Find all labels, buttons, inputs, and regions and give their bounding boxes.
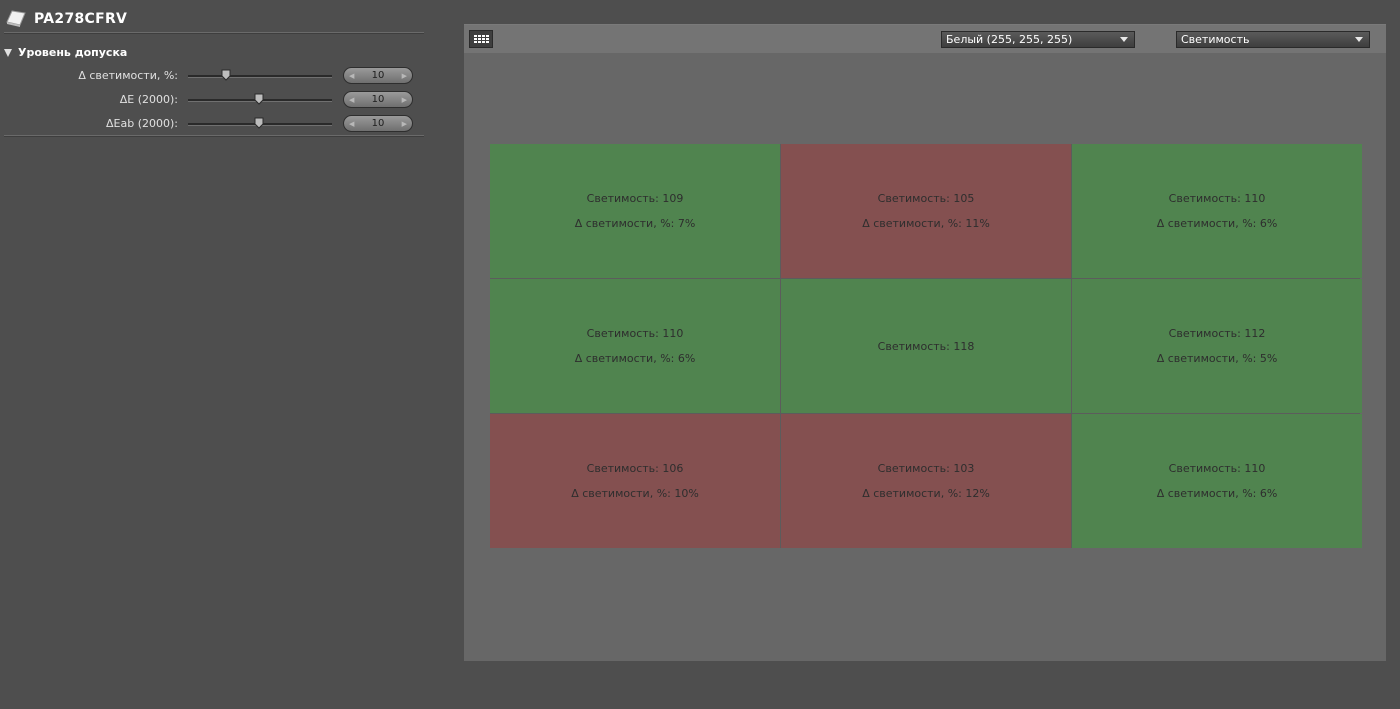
decrement-arrow-icon[interactable]: ◀ xyxy=(349,72,354,80)
decrement-arrow-icon[interactable]: ◀ xyxy=(349,96,354,104)
cell-luminance: Светимость: 105 xyxy=(877,192,975,205)
grid-cell: Светимость: 110 Δ светимости, %: 6% xyxy=(1072,144,1362,278)
left-panel: PA278CFRV Уровень допуска Δ светимости, … xyxy=(0,0,430,709)
deab2000-stepper[interactable]: ◀ 10 ▶ xyxy=(343,115,413,132)
cell-delta: Δ светимости, %: 12% xyxy=(862,487,990,500)
metric-select-value: Светимость xyxy=(1181,33,1250,46)
row-label: ΔEab (2000): xyxy=(106,117,178,130)
decrement-arrow-icon[interactable]: ◀ xyxy=(349,120,354,128)
de2000-slider[interactable] xyxy=(188,93,332,105)
cell-luminance: Светимость: 110 xyxy=(1168,192,1266,205)
grid-cell: Светимость: 118 xyxy=(781,279,1071,413)
stepper-value: 10 xyxy=(371,70,385,81)
device-title: PA278CFRV xyxy=(34,11,128,27)
increment-arrow-icon[interactable]: ▶ xyxy=(402,120,407,128)
cell-luminance: Светимость: 110 xyxy=(586,327,684,340)
color-select[interactable]: Белый (255, 255, 255) xyxy=(941,31,1135,48)
cell-luminance: Светимость: 112 xyxy=(1168,327,1266,340)
cell-delta: Δ светимости, %: 5% xyxy=(1156,352,1278,365)
cell-luminance: Светимость: 110 xyxy=(1168,462,1266,475)
grid-cell: Светимость: 110 Δ светимости, %: 6% xyxy=(1072,414,1362,548)
cell-delta: Δ светимости, %: 6% xyxy=(1156,487,1278,500)
tolerance-row-deab2000: ΔEab (2000): ◀ 10 ▶ xyxy=(0,115,420,133)
divider xyxy=(4,32,424,34)
cell-delta: Δ светимости, %: 6% xyxy=(574,352,696,365)
grid-layout-icon xyxy=(473,35,489,43)
section-title: Уровень допуска xyxy=(18,46,128,59)
row-label: ΔE (2000): xyxy=(119,93,178,106)
grid-cell: Светимость: 110 Δ светимости, %: 6% xyxy=(490,279,780,413)
device-header: PA278CFRV xyxy=(6,10,127,28)
color-select-value: Белый (255, 255, 255) xyxy=(946,33,1073,46)
cell-delta: Δ светимости, %: 6% xyxy=(1156,217,1278,230)
metric-select[interactable]: Светимость xyxy=(1176,31,1370,48)
uniformity-panel: Белый (255, 255, 255) Светимость Светимо… xyxy=(464,24,1386,661)
cell-delta: Δ светимости, %: 7% xyxy=(574,217,696,230)
tolerance-row-luminance: Δ светимости, %: ◀ 10 ▶ xyxy=(0,67,420,85)
increment-arrow-icon[interactable]: ▶ xyxy=(402,96,407,104)
tolerance-section-toggle[interactable]: Уровень допуска xyxy=(4,46,127,59)
chevron-down-icon xyxy=(1120,37,1128,42)
slider-thumb[interactable] xyxy=(254,117,264,129)
cell-delta: Δ светимости, %: 11% xyxy=(862,217,990,230)
toolbar: Белый (255, 255, 255) Светимость xyxy=(464,25,1386,53)
tolerance-row-de2000: ΔE (2000): ◀ 10 ▶ xyxy=(0,91,420,109)
grid-layout-button[interactable] xyxy=(469,30,493,48)
cell-delta: Δ светимости, %: 10% xyxy=(571,487,699,500)
cell-luminance: Светимость: 109 xyxy=(586,192,684,205)
uniformity-grid: Светимость: 109 Δ светимости, %: 7% Свет… xyxy=(490,144,1362,548)
row-label: Δ светимости, %: xyxy=(78,69,178,82)
increment-arrow-icon[interactable]: ▶ xyxy=(402,72,407,80)
grid-cell: Светимость: 106 Δ светимости, %: 10% xyxy=(490,414,780,548)
luminance-slider[interactable] xyxy=(188,69,332,81)
grid-cell: Светимость: 109 Δ светимости, %: 7% xyxy=(490,144,780,278)
divider xyxy=(4,135,424,137)
slider-thumb[interactable] xyxy=(254,93,264,105)
cell-luminance: Светимость: 103 xyxy=(877,462,975,475)
deab2000-slider[interactable] xyxy=(188,117,332,129)
de2000-stepper[interactable]: ◀ 10 ▶ xyxy=(343,91,413,108)
stepper-value: 10 xyxy=(371,118,385,129)
collapse-triangle-icon xyxy=(4,48,12,57)
cell-luminance: Светимость: 106 xyxy=(586,462,684,475)
monitor-device-icon xyxy=(6,10,26,27)
stepper-value: 10 xyxy=(371,94,385,105)
grid-cell: Светимость: 112 Δ светимости, %: 5% xyxy=(1072,279,1362,413)
slider-thumb[interactable] xyxy=(221,69,231,81)
chevron-down-icon xyxy=(1355,37,1363,42)
luminance-stepper[interactable]: ◀ 10 ▶ xyxy=(343,67,413,84)
cell-luminance: Светимость: 118 xyxy=(877,339,975,353)
grid-cell: Светимость: 105 Δ светимости, %: 11% xyxy=(781,144,1071,278)
grid-cell: Светимость: 103 Δ светимости, %: 12% xyxy=(781,414,1071,548)
